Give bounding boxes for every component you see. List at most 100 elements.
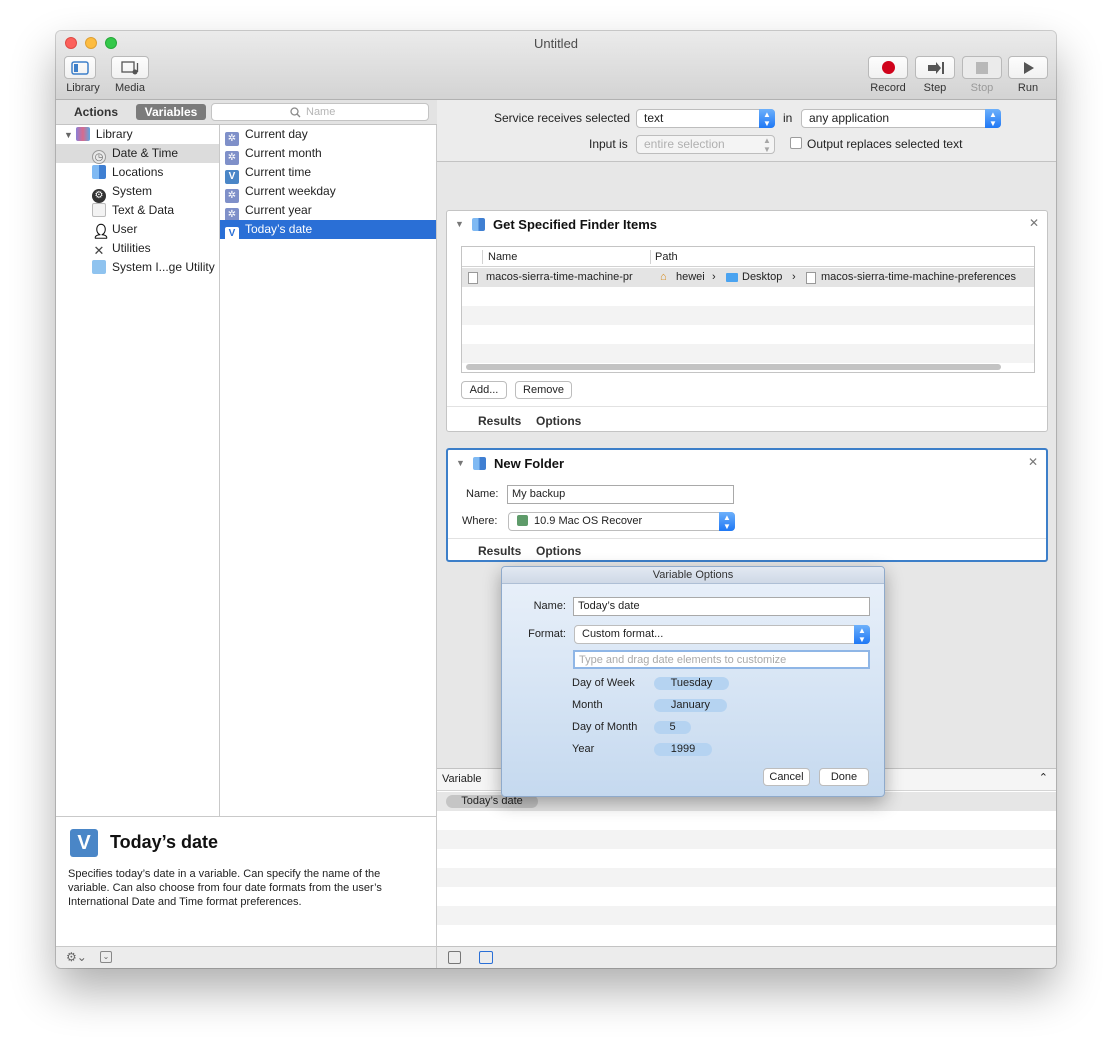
- chevron-up-icon[interactable]: ⌃: [1039, 771, 1048, 784]
- library-root-label: Library: [95, 127, 133, 141]
- gear-menu-icon[interactable]: ⚙⌄: [66, 950, 87, 964]
- show-description-icon[interactable]: ⌄: [100, 951, 112, 963]
- stop-button[interactable]: [962, 56, 1002, 79]
- disclosure-triangle-icon[interactable]: ▼: [456, 458, 465, 468]
- sidebar-item-image-utility[interactable]: System I...ge Utility: [92, 258, 215, 277]
- done-button[interactable]: Done: [819, 768, 869, 786]
- action-title: New Folder: [494, 456, 565, 471]
- variable-options-sheet: Variable Options Name: Today’s date Form…: [501, 566, 885, 797]
- remove-button[interactable]: Remove: [515, 381, 572, 399]
- document-icon: [806, 272, 816, 284]
- sidebar-item-utilities[interactable]: ✕ Utilities: [92, 239, 151, 258]
- window-title: Untitled: [533, 36, 579, 51]
- custom-format-input[interactable]: Type and drag date elements to customize: [573, 650, 870, 669]
- results-tab[interactable]: Results: [478, 414, 521, 428]
- where-select[interactable]: 10.9 Mac OS Recover ▲ ▼: [508, 512, 735, 531]
- media-button[interactable]: [111, 56, 149, 79]
- search-icon: [290, 107, 301, 118]
- options-tab[interactable]: Options: [536, 544, 581, 558]
- receives-label: Service receives selected: [494, 111, 631, 125]
- name-label: Name:: [466, 488, 499, 500]
- action-new-folder[interactable]: ▼ New Folder ✕ Name: My backup Where: 10…: [446, 448, 1048, 562]
- tab-variables[interactable]: Variables: [136, 104, 206, 120]
- stop-icon: [976, 61, 988, 74]
- output-replaces-checkbox[interactable]: [790, 137, 802, 149]
- element-label-year: Year: [572, 743, 595, 755]
- format-select[interactable]: Custom format... ▲ ▼: [574, 625, 870, 644]
- list-item-current-day[interactable]: ✲ Current day: [220, 125, 436, 146]
- input-is-select[interactable]: entire selection ▲ ▼: [636, 135, 775, 154]
- log-view-icon[interactable]: [448, 951, 461, 964]
- action-get-specified-finder-items[interactable]: ▼ Get Specified Finder Items ✕ Name Path…: [446, 210, 1048, 432]
- media-label: Media: [115, 82, 145, 94]
- finder-items-table: Name Path macos-sierra-time-machine-pr ⌂…: [461, 246, 1035, 373]
- horizontal-scrollbar[interactable]: [466, 364, 1001, 370]
- home-icon: ⌂: [660, 271, 667, 283]
- list-item-label: Today’s date: [245, 222, 313, 236]
- column-path[interactable]: Path: [655, 251, 678, 263]
- list-item-current-time[interactable]: V Current time: [220, 163, 436, 184]
- sidebar-item-date-time[interactable]: ◷ Date & Time: [56, 144, 219, 164]
- token-day[interactable]: 5: [654, 721, 691, 734]
- list-item-current-month[interactable]: ✲ Current month: [220, 144, 436, 165]
- element-label-month: Month: [572, 699, 603, 711]
- tab-actions[interactable]: Actions: [74, 105, 118, 119]
- close-icon[interactable]: ✕: [1028, 455, 1038, 469]
- folder-name-input[interactable]: My backup: [507, 485, 734, 504]
- sheet-title: Variable Options: [502, 567, 884, 584]
- add-button[interactable]: Add...: [461, 381, 507, 399]
- options-tab[interactable]: Options: [536, 414, 581, 428]
- cancel-button[interactable]: Cancel: [763, 768, 810, 786]
- variables-view-icon[interactable]: [479, 951, 493, 964]
- sidebar-item-label: Locations: [112, 165, 164, 179]
- table-row-empty: [462, 344, 1034, 363]
- popup-arrows-icon: ▲ ▼: [985, 109, 1001, 128]
- sidebar-item-label: System I...ge Utility: [112, 260, 215, 274]
- library-root[interactable]: ▼ Library: [64, 125, 133, 144]
- record-icon: [881, 61, 895, 74]
- disclosure-triangle-icon[interactable]: ▼: [455, 219, 464, 229]
- token-year[interactable]: 1999: [654, 743, 712, 756]
- results-tab[interactable]: Results: [478, 544, 521, 558]
- run-button[interactable]: [1008, 56, 1048, 79]
- user-icon: 👤︎: [92, 223, 110, 239]
- application-select[interactable]: any application ▲ ▼: [801, 109, 1001, 128]
- record-button[interactable]: [868, 56, 908, 79]
- table-row-empty: [462, 306, 1034, 325]
- sidebar-item-label: User: [112, 222, 138, 236]
- list-item-todays-date[interactable]: V Today’s date: [220, 220, 436, 241]
- finder-icon: [92, 165, 106, 179]
- table-row[interactable]: macos-sierra-time-machine-pr ⌂ hewei › D…: [462, 268, 1034, 287]
- list-item-current-weekday[interactable]: ✲ Current weekday: [220, 182, 436, 203]
- table-row-empty: [437, 830, 1056, 849]
- token-tuesday[interactable]: Tuesday: [654, 677, 729, 690]
- description-title: Today’s date: [110, 832, 219, 852]
- variable-v-icon: V: [70, 829, 98, 857]
- finder-icon: [473, 457, 486, 470]
- column-divider: [650, 250, 651, 264]
- token-january[interactable]: January: [654, 699, 727, 712]
- list-item-label: Current weekday: [245, 184, 336, 198]
- library-label: Library: [66, 82, 100, 94]
- in-label: in: [783, 111, 793, 125]
- receives-type-select[interactable]: text ▲ ▼: [636, 109, 775, 128]
- receives-type-value: text: [644, 111, 664, 125]
- variable-name-input[interactable]: Today’s date: [573, 597, 870, 616]
- close-icon[interactable]: ✕: [1029, 216, 1039, 230]
- column-name[interactable]: Name: [488, 251, 517, 263]
- sidebar-item-system[interactable]: ⚙ System: [92, 182, 152, 203]
- search-input[interactable]: Name: [211, 103, 429, 121]
- list-item-current-year[interactable]: ✲ Current year: [220, 201, 436, 222]
- sidebar-item-user[interactable]: 👤︎ User: [92, 220, 137, 239]
- element-label-day-of-week: Day of Week: [572, 677, 635, 689]
- sidebar-item-locations[interactable]: Locations: [92, 163, 163, 182]
- document-icon: [468, 272, 478, 284]
- library-button[interactable]: [64, 56, 96, 79]
- path-desktop: Desktop: [742, 271, 783, 283]
- custom-format-placeholder: Type and drag date elements to customize: [579, 654, 787, 666]
- application-value: any application: [809, 111, 890, 125]
- workflow-header: Service receives selected text ▲ ▼ in any…: [437, 100, 1056, 162]
- sidebar-item-text-data[interactable]: Text & Data: [92, 201, 174, 220]
- drive-icon: [517, 515, 528, 526]
- step-button[interactable]: [915, 56, 955, 79]
